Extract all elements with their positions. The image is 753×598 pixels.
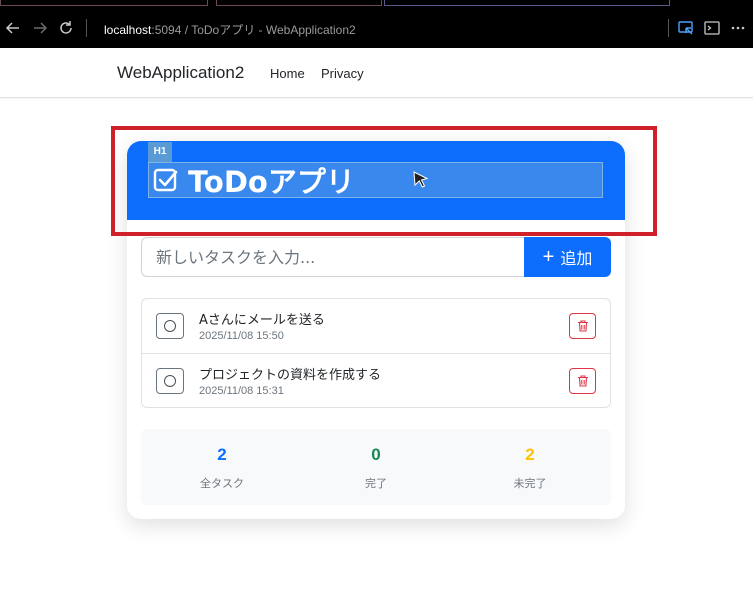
nav-link-privacy[interactable]: Privacy (321, 66, 364, 81)
add-task-button[interactable]: + 追加 (524, 237, 611, 277)
toolbar-divider (668, 19, 669, 37)
stat-total-label: 全タスク (200, 477, 244, 490)
stat-done-value: 0 (371, 445, 381, 464)
stat-done-label: 完了 (365, 477, 387, 490)
complete-toggle-button[interactable] (156, 368, 184, 394)
stat-pending: 2 未完了 (452, 429, 608, 505)
stats-panel: 2 全タスク 0 完了 2 未完了 (141, 429, 611, 505)
tab-edge (0, 0, 208, 6)
plus-icon: + (542, 246, 555, 268)
stat-done: 0 完了 (298, 429, 454, 505)
reload-icon[interactable] (57, 19, 75, 37)
complete-toggle-button[interactable] (156, 313, 184, 339)
annotation-highlight-box (111, 126, 657, 236)
console-icon[interactable] (703, 19, 721, 37)
url-host: localhost (104, 23, 152, 37)
stat-pending-label: 未完了 (513, 477, 547, 490)
task-list: Aさんにメールを送る 2025/11/08 15:50 プロジェクトの資料を作成… (141, 298, 611, 408)
back-icon[interactable] (4, 19, 22, 37)
nav-link-home[interactable]: Home (270, 66, 305, 81)
trash-icon (577, 320, 588, 332)
forward-icon[interactable] (31, 19, 49, 37)
task-date: 2025/11/08 15:50 (199, 330, 284, 342)
url-rest: :5094 / ToDoアプリ - WebApplication2 (151, 23, 356, 37)
circle-icon (164, 375, 176, 387)
task-title: Aさんにメールを送る (199, 313, 325, 328)
address-bar[interactable]: localhost:5094 / ToDoアプリ - WebApplicatio… (104, 21, 356, 37)
task-input[interactable] (141, 237, 525, 277)
browser-toolbar: localhost:5094 / ToDoアプリ - WebApplicatio… (0, 0, 753, 48)
tab-strip (0, 0, 753, 7)
toolbar-divider (86, 19, 87, 37)
tab-edge (384, 0, 670, 6)
tab-edge (216, 0, 382, 6)
trash-icon (577, 375, 588, 387)
stat-pending-value: 2 (525, 445, 535, 464)
circle-icon (164, 320, 176, 332)
task-date: 2025/11/08 15:31 (199, 385, 284, 397)
delete-task-button[interactable] (569, 368, 596, 394)
site-navbar: WebApplication2 Home Privacy (0, 48, 753, 98)
stat-total-value: 2 (217, 445, 227, 464)
add-task-label: 追加 (560, 251, 593, 268)
navbar-brand[interactable]: WebApplication2 (117, 63, 244, 83)
inspect-icon[interactable] (677, 19, 695, 37)
list-item: Aさんにメールを送る 2025/11/08 15:50 (142, 299, 610, 353)
list-item: プロジェクトの資料を作成する 2025/11/08 15:31 (142, 353, 610, 407)
more-icon[interactable] (729, 19, 747, 37)
delete-task-button[interactable] (569, 313, 596, 339)
stat-total: 2 全タスク (144, 429, 300, 505)
task-title: プロジェクトの資料を作成する (199, 368, 382, 383)
